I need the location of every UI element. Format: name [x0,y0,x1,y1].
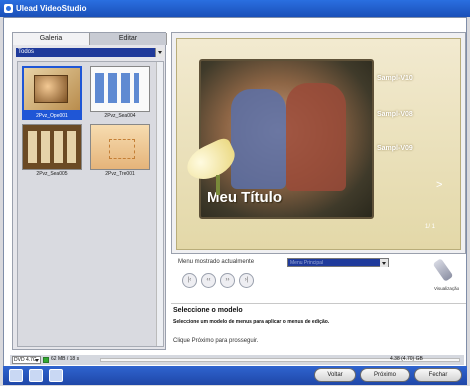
first-button[interactable]: |‹ [182,273,197,288]
template-thumb-caption: 2Pvz_Tre001 [105,171,135,177]
settings-icon[interactable] [9,369,23,382]
rewind-button[interactable]: ‹‹ [201,273,216,288]
gallery-panel: Galeria Editar Todos 2Pvz_Ope001 2Pvz_Se… [12,32,167,350]
template-thumb-4[interactable]: 2Pvz_Tre001 [90,124,150,178]
tab-galeria[interactable]: Galeria [13,33,90,45]
template-thumb-1[interactable]: 2Pvz_Ope001 [22,66,82,120]
back-button[interactable]: Voltar [314,368,356,382]
chevron-down-icon[interactable] [155,48,164,57]
info-heading: Seleccione o modelo [173,307,243,314]
template-thumb-caption: 2Pvz_Sea005 [36,171,68,177]
template-thumb-image [22,124,82,170]
status-bar: DVD 4.7G 62 MB / 18 s 4.38 (4.70) GB [10,355,464,365]
window-title: Ulead VideoStudio [16,4,87,13]
preview-menu-item: Sampl-V08 [377,111,413,118]
preview-menu-item: Sampl-V10 [377,75,413,82]
info-description: Seleccione um modelo de menus para aplic… [173,319,330,325]
template-thumb-image [90,66,150,112]
current-menu-label: Menu mostrado actualmente [178,259,255,265]
total-size: 4.38 (4.70) GB [390,356,423,362]
template-thumb-caption: 2Pvz_Sea004 [104,113,136,119]
template-thumb-image [22,66,82,112]
chevron-down-icon[interactable] [380,259,388,267]
template-thumb-3[interactable]: 2Pvz_Sea005 [22,124,82,178]
info-note: Clique Próximo para prosseguir. [173,338,259,344]
preview-menu-item: Sampl-V09 [377,145,413,152]
next-button[interactable]: Próximo [360,368,410,382]
template-thumb-2[interactable]: 2Pvz_Sea004 [90,66,150,120]
template-thumb-image [90,124,150,170]
remote-control-label: Visualização [434,286,460,291]
gallery-scrollbar[interactable] [156,62,163,346]
template-gallery: 2Pvz_Ope001 2Pvz_Sea004 2Pvz_Sea005 2Pvz… [17,61,164,347]
panel-tabs: Galeria Editar [13,33,167,45]
app-logo-icon [4,4,13,13]
used-size: 62 MB / 18 s [51,356,80,362]
current-menu-value: Menu Principal [290,260,324,266]
calla-lily-decoration [176,135,246,195]
preview-page-indicator: 1/ 1 [425,224,436,230]
export-icon[interactable] [49,369,63,382]
preview-next-arrow: > [436,179,443,191]
category-dropdown[interactable]: Todos [16,48,164,57]
capture-icon[interactable] [29,369,43,382]
tab-editar[interactable]: Editar [90,33,167,45]
close-button[interactable]: Fechar [414,368,462,382]
remote-control-icon[interactable] [433,257,455,283]
title-bar: Ulead VideoStudio [0,0,470,17]
bottom-toolbar: Voltar Próximo Fechar [3,366,467,385]
info-panel: Seleccione o modelo Seleccione um modelo… [171,303,466,355]
last-button[interactable]: ›| [239,273,254,288]
current-menu-select[interactable]: Menu Principal [287,258,389,267]
template-thumb-caption: 2Pvz_Ope001 [22,112,82,120]
category-dropdown-value: Todos [18,49,35,55]
disc-usage-icon [43,357,49,363]
forward-button[interactable]: ›› [220,273,235,288]
disc-type-select[interactable]: DVD 4.7G [12,356,41,364]
